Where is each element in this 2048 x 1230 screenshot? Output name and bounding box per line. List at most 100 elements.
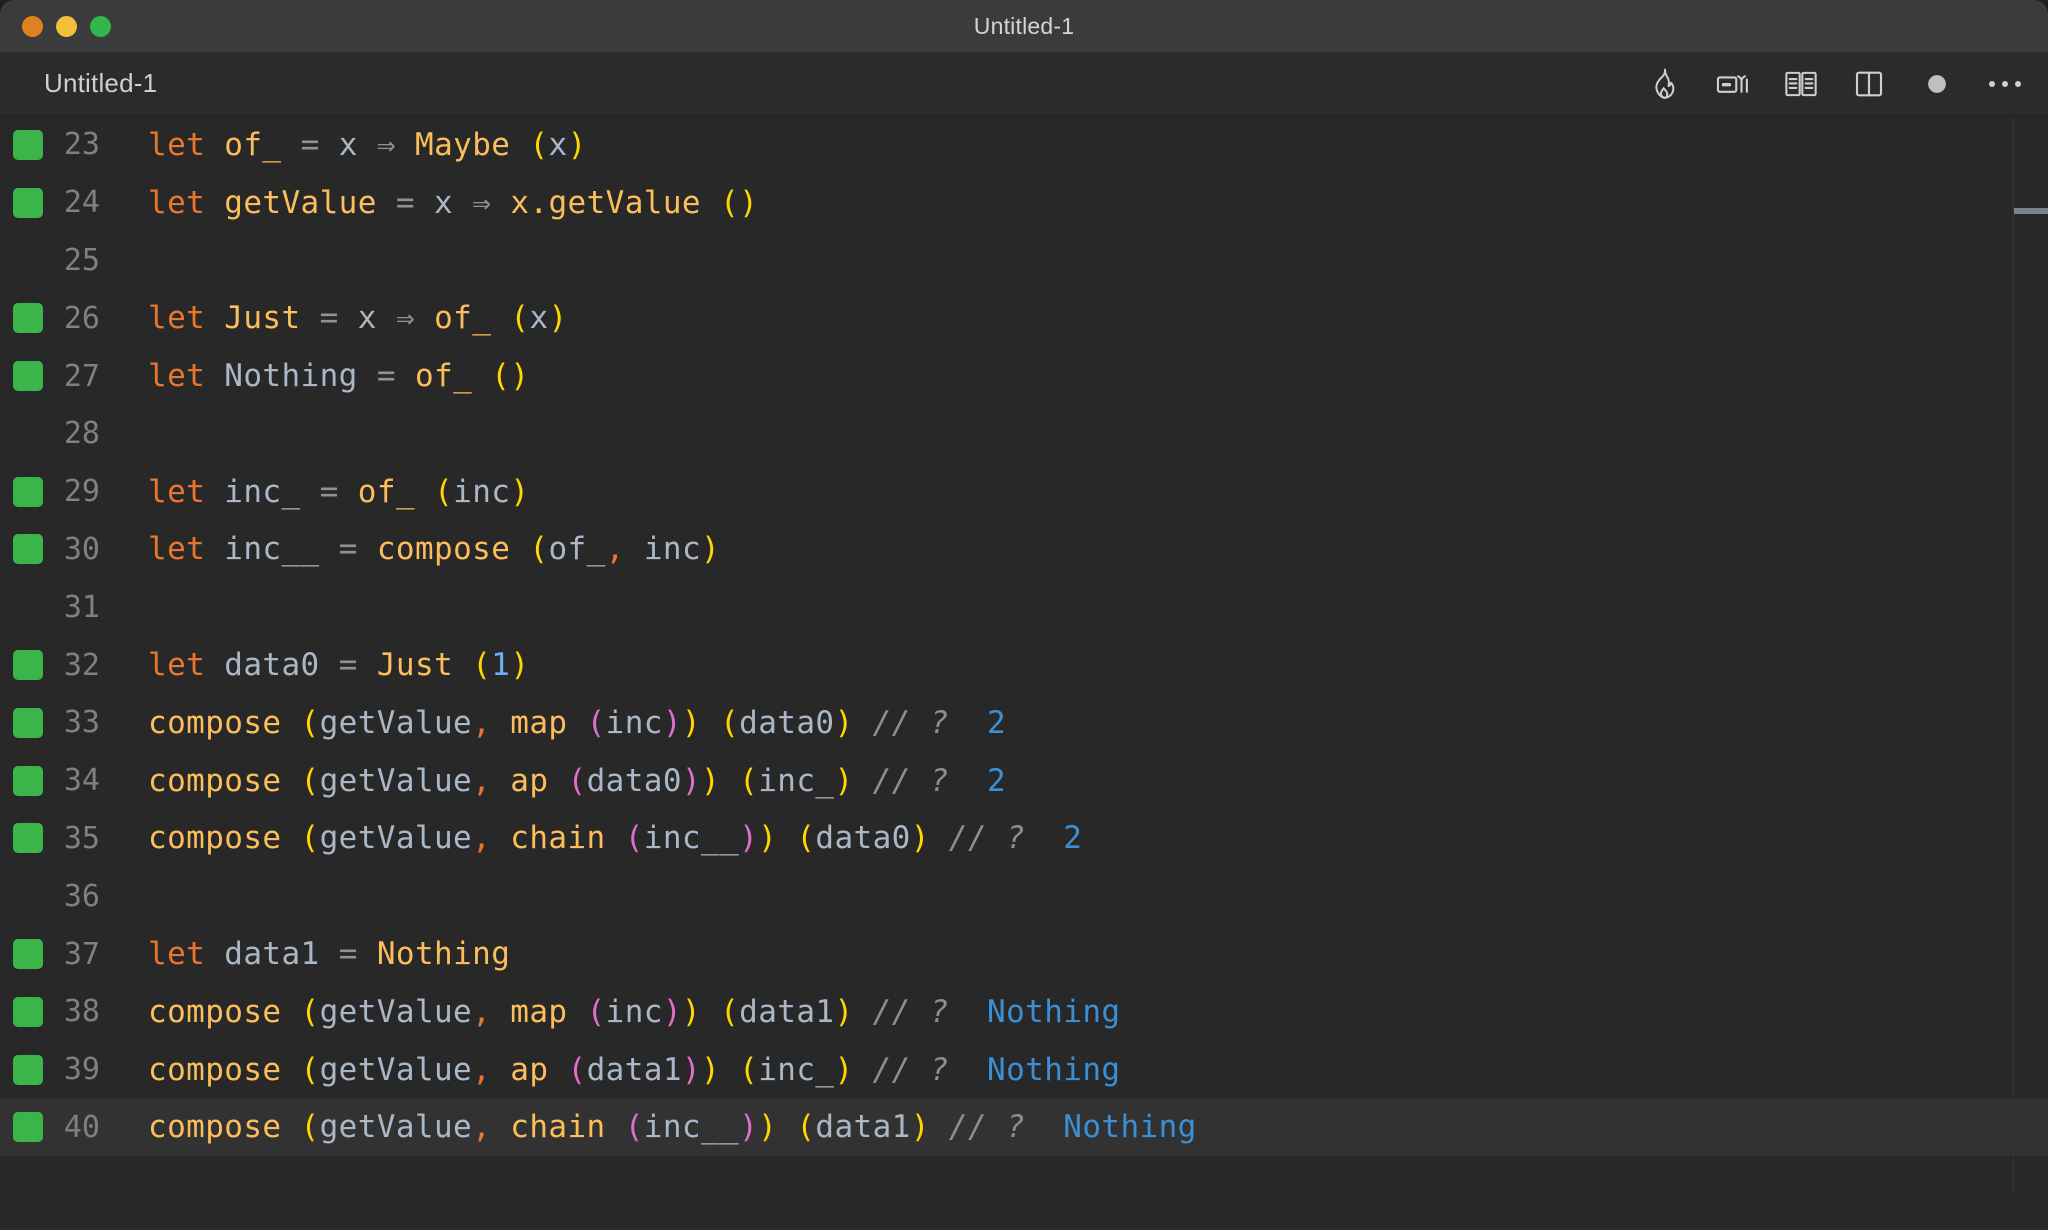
code-line[interactable]: 23 let of_ = x ⇒ Maybe (x) bbox=[0, 116, 2048, 174]
code-token: ) bbox=[681, 993, 701, 1030]
gutter-status-icon[interactable] bbox=[13, 707, 43, 738]
code-token: ) bbox=[834, 1051, 854, 1088]
gutter-status-icon[interactable] bbox=[13, 187, 43, 218]
code-line[interactable]: 33 compose (getValue, map (inc)) (data0) … bbox=[0, 694, 2048, 752]
code-token: ( bbox=[624, 820, 644, 857]
code-token: ) bbox=[681, 704, 701, 741]
gutter-status-icon[interactable] bbox=[13, 996, 43, 1027]
code-token: ⇒ bbox=[472, 184, 492, 221]
code-token: ) bbox=[662, 704, 682, 741]
gutter-status-icon[interactable] bbox=[13, 765, 43, 796]
code-token: getValue bbox=[319, 820, 473, 857]
code-line[interactable]: 38 compose (getValue, map (inc)) (data1) … bbox=[0, 983, 2048, 1041]
code-preview-icon[interactable] bbox=[1712, 63, 1754, 105]
tab-bar: Untitled-1 bbox=[0, 52, 2048, 116]
code-token: ( bbox=[720, 704, 740, 741]
code-line[interactable]: 29 let inc_ = of_ (inc) bbox=[0, 463, 2048, 521]
code-line-content: let inc_ = of_ (inc) bbox=[148, 474, 529, 510]
code-token: ) bbox=[739, 184, 759, 221]
code-token: = bbox=[376, 358, 396, 395]
code-line[interactable]: 25 bbox=[0, 232, 2048, 290]
flame-icon[interactable] bbox=[1644, 63, 1686, 105]
code-line[interactable]: 31 bbox=[0, 578, 2048, 636]
code-token: ( bbox=[300, 993, 320, 1030]
code-token: // ? bbox=[872, 762, 949, 799]
gutter-status-icon[interactable] bbox=[13, 361, 43, 392]
code-token: data1 bbox=[224, 936, 320, 973]
gutter-status-icon[interactable] bbox=[13, 1112, 43, 1143]
code-line[interactable]: 26 let Just = x ⇒ of_ (x) bbox=[0, 289, 2048, 347]
maximize-window-button[interactable] bbox=[90, 15, 111, 37]
code-line[interactable]: 40 compose (getValue, chain (inc__)) (dat… bbox=[0, 1098, 2048, 1157]
line-number: 36 bbox=[63, 878, 100, 914]
code-line[interactable]: 34 compose (getValue, ap (data0)) (inc_) … bbox=[0, 752, 2048, 810]
gutter-status-icon[interactable] bbox=[13, 129, 43, 160]
code-line[interactable]: 35 compose (getValue, chain (inc__)) (dat… bbox=[0, 810, 2048, 868]
code-token: x bbox=[338, 126, 358, 163]
code-line[interactable]: 39 compose (getValue, ap (data1)) (inc_) … bbox=[0, 1041, 2048, 1099]
code-token: getValue bbox=[319, 762, 473, 799]
vertical-scrollbar[interactable] bbox=[2014, 116, 2048, 1230]
code-token: data0 bbox=[224, 647, 320, 684]
tab-untitled-1[interactable]: Untitled-1 bbox=[44, 68, 157, 99]
code-token: let bbox=[148, 936, 206, 973]
code-token: let bbox=[148, 473, 206, 510]
code-token: data0 bbox=[586, 762, 682, 799]
code-editor[interactable]: 23 let of_ = x ⇒ Maybe (x) 24 let getValue … bbox=[0, 116, 2048, 1230]
code-line[interactable]: 27 let Nothing = of_ () bbox=[0, 347, 2048, 405]
gutter-status-icon[interactable] bbox=[13, 1054, 43, 1085]
code-line-content: let data0 = Just (1) bbox=[148, 647, 529, 683]
code-line[interactable]: 36 bbox=[0, 867, 2048, 925]
code-token: data0 bbox=[739, 704, 835, 741]
more-actions-icon[interactable] bbox=[1984, 63, 2026, 105]
split-editor-icon[interactable] bbox=[1848, 63, 1890, 105]
code-token: ) bbox=[758, 1109, 778, 1146]
gutter-status-icon[interactable] bbox=[13, 476, 43, 507]
code-line[interactable]: 30 let inc__ = compose (of_, inc) bbox=[0, 521, 2048, 579]
gutter-status-icon[interactable] bbox=[13, 534, 43, 565]
code-line[interactable]: 37 let data1 = Nothing bbox=[0, 925, 2048, 983]
code-token: Just bbox=[224, 300, 301, 337]
code-line-content: compose (getValue, map (inc)) (data1) //… bbox=[148, 994, 1121, 1030]
code-token: 1 bbox=[491, 647, 511, 684]
code-token: // ? bbox=[948, 1109, 1026, 1146]
gutter-status-icon[interactable] bbox=[13, 823, 43, 854]
code-token: let bbox=[148, 647, 206, 684]
code-line[interactable]: 32 let data0 = Just (1) bbox=[0, 636, 2048, 694]
record-dot-icon[interactable] bbox=[1916, 63, 1958, 105]
code-line-content: let getValue = x ⇒ x.getValue () bbox=[148, 185, 758, 221]
book-icon[interactable] bbox=[1780, 63, 1822, 105]
code-token: ) bbox=[548, 300, 568, 337]
window-title: Untitled-1 bbox=[973, 12, 1075, 39]
window-titlebar: Untitled-1 bbox=[0, 0, 2048, 52]
code-token: ) bbox=[510, 647, 530, 684]
code-token: let bbox=[148, 184, 206, 221]
code-token: inc bbox=[605, 993, 663, 1030]
code-token: ( bbox=[529, 531, 549, 568]
close-window-button[interactable] bbox=[22, 15, 43, 37]
code-line[interactable]: 28 bbox=[0, 405, 2048, 463]
code-token: = bbox=[319, 473, 339, 510]
code-line-content: let inc__ = compose (of_, inc) bbox=[148, 531, 720, 567]
gutter-status-icon[interactable] bbox=[13, 303, 43, 334]
code-line[interactable]: 24 let getValue = x ⇒ x.getValue () bbox=[0, 174, 2048, 232]
gutter-status-icon[interactable] bbox=[13, 650, 43, 681]
gutter-status-icon[interactable] bbox=[13, 939, 43, 970]
minimize-window-button[interactable] bbox=[56, 15, 77, 37]
code-token: = bbox=[338, 936, 358, 973]
code-token: 2 bbox=[987, 704, 1007, 741]
